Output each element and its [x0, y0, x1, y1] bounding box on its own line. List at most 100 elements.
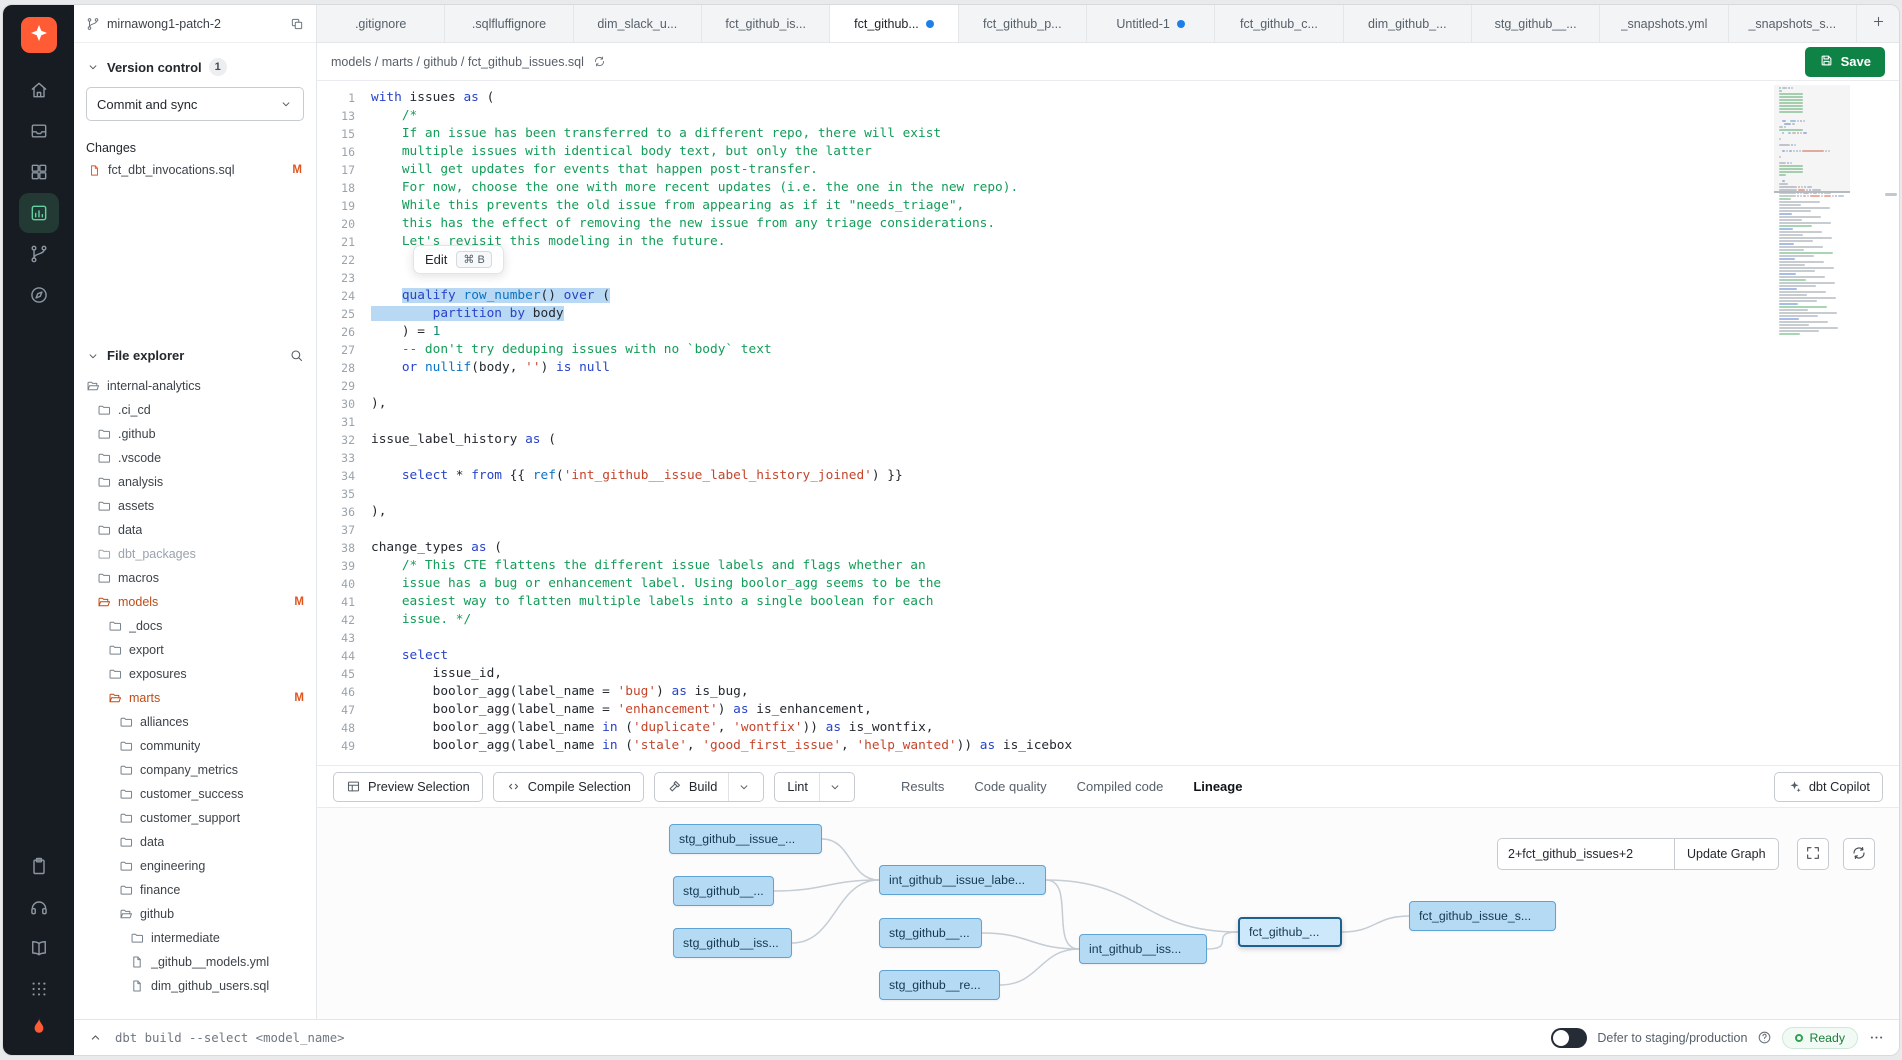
rail-branch-button[interactable] — [19, 234, 59, 274]
code-line[interactable]: 35 — [317, 485, 1899, 503]
file-explorer-header[interactable]: File explorer — [74, 339, 316, 372]
code-line[interactable]: 25 partition by body — [317, 305, 1899, 323]
code-line[interactable]: 39 /* This CTE flattens the different is… — [317, 557, 1899, 575]
dbt-logo[interactable] — [21, 17, 57, 53]
code-line[interactable]: 42 issue. */ — [317, 611, 1899, 629]
panel-tab-code-quality[interactable]: Code quality — [974, 766, 1046, 807]
minimap-viewport[interactable] — [1774, 85, 1850, 193]
code-line[interactable]: 45 issue_id, — [317, 665, 1899, 683]
rail-book-button[interactable] — [19, 928, 59, 968]
code-line[interactable]: 43 — [317, 629, 1899, 647]
rail-clipboard-button[interactable] — [19, 846, 59, 886]
code-line[interactable]: 18 For now, choose the one with more rec… — [317, 179, 1899, 197]
editor-tab[interactable]: fct_github_is... — [702, 5, 830, 42]
dbt-copilot-button[interactable]: dbt Copilot — [1774, 772, 1883, 802]
lineage-node[interactable]: fct_github_issue_s... — [1409, 901, 1556, 931]
version-control-header[interactable]: Version control 1 — [74, 49, 316, 85]
lineage-node[interactable]: int_github__issue_labe... — [879, 865, 1046, 895]
code-line[interactable]: 21 Let's revisit this modeling in the fu… — [317, 233, 1899, 251]
rail-headset-button[interactable] — [19, 887, 59, 927]
file-tree-item[interactable]: _github__models.yml — [74, 950, 316, 974]
code-line[interactable]: 36), — [317, 503, 1899, 521]
rail-ide-button[interactable] — [19, 193, 59, 233]
code-line[interactable]: 16 multiple issues with identical body t… — [317, 143, 1899, 161]
lineage-node[interactable]: stg_github__issue_... — [669, 824, 822, 854]
file-tree-item[interactable]: _docs — [74, 614, 316, 638]
file-tree-item[interactable]: exposures — [74, 662, 316, 686]
panel-tab-lineage[interactable]: Lineage — [1193, 766, 1242, 807]
code-line[interactable]: 22 — [317, 251, 1899, 269]
code-line[interactable]: 41 easiest way to flatten multiple label… — [317, 593, 1899, 611]
lint-button[interactable]: Lint — [774, 772, 855, 802]
code-line[interactable]: 44 select — [317, 647, 1899, 665]
file-tree-item[interactable]: martsM — [74, 686, 316, 710]
file-tree-item[interactable]: community — [74, 734, 316, 758]
code-line[interactable]: 19 While this prevents the old issue fro… — [317, 197, 1899, 215]
code-line[interactable]: 47 boolor_agg(label_name = 'enhancement'… — [317, 701, 1899, 719]
lineage-node[interactable]: stg_github__... — [879, 918, 982, 948]
code-line[interactable]: 24 qualify row_number() over ( — [317, 287, 1899, 305]
chevron-down-icon[interactable] — [819, 773, 842, 801]
file-tree-item[interactable]: customer_success — [74, 782, 316, 806]
code-line[interactable]: 23 — [317, 269, 1899, 287]
code-line[interactable]: 13 /* — [317, 107, 1899, 125]
code-line[interactable]: 31 — [317, 413, 1899, 431]
search-files-button[interactable] — [289, 348, 304, 363]
code-line[interactable]: 28 or nullif(body, '') is null — [317, 359, 1899, 377]
compile-selection-button[interactable]: Compile Selection — [493, 772, 644, 802]
editor-tab[interactable]: .gitignore — [317, 5, 445, 42]
lineage-node[interactable]: fct_github_... — [1238, 917, 1342, 947]
copy-branch-button[interactable] — [290, 17, 304, 31]
file-tree-item[interactable]: company_metrics — [74, 758, 316, 782]
lineage-selector-input[interactable] — [1497, 838, 1675, 870]
commit-and-sync-button[interactable]: Commit and sync — [86, 87, 304, 121]
code-line[interactable]: 26 ) = 1 — [317, 323, 1899, 341]
file-tree-item[interactable]: finance — [74, 878, 316, 902]
preview-selection-button[interactable]: Preview Selection — [333, 772, 483, 802]
file-tree-item[interactable]: customer_support — [74, 806, 316, 830]
file-tree-item[interactable]: analysis — [74, 470, 316, 494]
flame-logo[interactable] — [28, 1016, 50, 1043]
changed-file-item[interactable]: fct_dbt_invocations.sqlM — [74, 159, 316, 181]
code-line[interactable]: 27 -- don't try deduping issues with no … — [317, 341, 1899, 359]
file-tree-item[interactable]: github — [74, 902, 316, 926]
file-tree-item[interactable]: .github — [74, 422, 316, 446]
lineage-node[interactable]: stg_github__re... — [879, 970, 1000, 1000]
file-tree-item[interactable]: dbt_packages — [74, 542, 316, 566]
file-tree-item[interactable]: assets — [74, 494, 316, 518]
lineage-node[interactable]: int_github__iss... — [1079, 934, 1207, 964]
code-editor[interactable]: 1with issues as (13 /*15 If an issue has… — [317, 81, 1899, 765]
refresh-graph-button[interactable] — [1843, 838, 1875, 870]
code-line[interactable]: 46 boolor_agg(label_name = 'bug') as is_… — [317, 683, 1899, 701]
editor-tab[interactable]: dim_slack_u... — [574, 5, 702, 42]
save-button[interactable]: Save — [1805, 47, 1885, 77]
lineage-node[interactable]: stg_github__... — [673, 876, 774, 906]
code-line[interactable]: 37 — [317, 521, 1899, 539]
rail-inbox-button[interactable] — [19, 111, 59, 151]
fullscreen-button[interactable] — [1797, 838, 1829, 870]
code-line[interactable]: 34 select * from {{ ref('int_github__iss… — [317, 467, 1899, 485]
code-line[interactable]: 20 this has the effect of removing the n… — [317, 215, 1899, 233]
file-tree-item[interactable]: internal-analytics — [74, 374, 316, 398]
file-tree-item[interactable]: dim_github_users.sql — [74, 974, 316, 998]
defer-toggle[interactable] — [1551, 1028, 1587, 1048]
file-tree-item[interactable]: .vscode — [74, 446, 316, 470]
file-tree-item[interactable]: .ci_cd — [74, 398, 316, 422]
editor-tab[interactable]: dim_github_... — [1344, 5, 1472, 42]
command-input[interactable]: dbt build --select <model_name> — [115, 1031, 345, 1045]
file-tree-item[interactable]: export — [74, 638, 316, 662]
build-button[interactable]: Build — [654, 772, 764, 802]
file-tree-item[interactable]: modelsM — [74, 590, 316, 614]
code-line[interactable]: 48 boolor_agg(label_name in ('duplicate'… — [317, 719, 1899, 737]
editor-tab[interactable]: stg_github__... — [1472, 5, 1600, 42]
help-icon[interactable] — [1757, 1030, 1772, 1045]
file-tree-item[interactable]: alliances — [74, 710, 316, 734]
editor-tab[interactable]: _snapshots.yml — [1600, 5, 1728, 42]
file-tree-item[interactable]: intermediate — [74, 926, 316, 950]
panel-tab-results[interactable]: Results — [901, 766, 944, 807]
edit-tooltip[interactable]: Edit ⌘ B — [413, 245, 504, 274]
code-line[interactable]: 49 boolor_agg(label_name in ('stale', 'g… — [317, 737, 1899, 755]
rail-apps-button[interactable] — [19, 969, 59, 1009]
code-line[interactable]: 15 If an issue has been transferred to a… — [317, 125, 1899, 143]
update-graph-button[interactable]: Update Graph — [1675, 838, 1779, 870]
